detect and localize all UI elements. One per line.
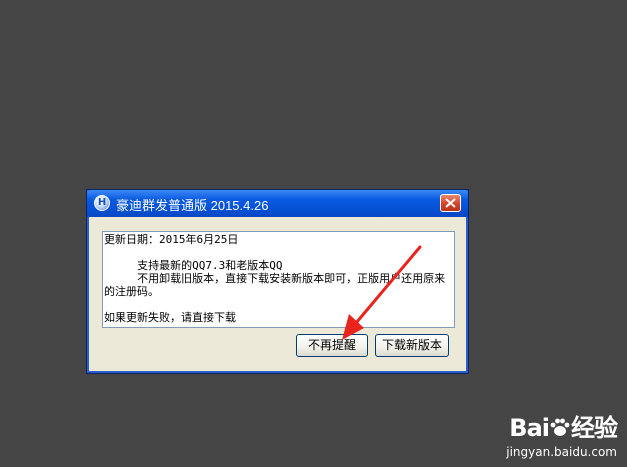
titlebar[interactable]: H 豪迪群发普通版 2015.4.26 <box>87 190 468 217</box>
update-dialog: H 豪迪群发普通版 2015.4.26 更新日期：2015年6月25日 ​ 支持… <box>86 189 469 374</box>
download-new-version-button[interactable]: 下载新版本 <box>375 334 449 357</box>
dialog-title: 豪迪群发普通版 2015.4.26 <box>116 198 269 213</box>
watermark-url: jingyan.baidu.com <box>506 445 617 459</box>
watermark-logo-text: Bai <box>509 414 550 442</box>
close-icon <box>445 198 456 208</box>
baidu-jingyan-watermark: Bai 经验 jingyan.baidu.com <box>506 408 618 459</box>
close-button[interactable] <box>440 194 461 212</box>
paw-icon <box>550 418 570 436</box>
app-icon: H <box>94 195 110 211</box>
update-line: ​ <box>104 246 452 259</box>
update-line: 不用卸载旧版本，直接下载安装新版本即可，正版用户还用原来的注册码。 <box>104 272 446 298</box>
update-line: 支持最新的QQ7.3和老版本QQ <box>104 259 283 272</box>
update-line: ​ <box>104 298 452 311</box>
watermark-logo-text-2: 经验 <box>571 414 618 442</box>
update-notes-text: 更新日期：2015年6月25日 ​ 支持最新的QQ7.3和老版本QQ 不用卸载旧… <box>102 231 455 328</box>
update-line: 如果更新失败，请直接下载 <box>104 311 236 324</box>
no-remind-button[interactable]: 不再提醒 <box>296 334 368 357</box>
update-line: 更新日期：2015年6月25日 <box>104 233 239 246</box>
